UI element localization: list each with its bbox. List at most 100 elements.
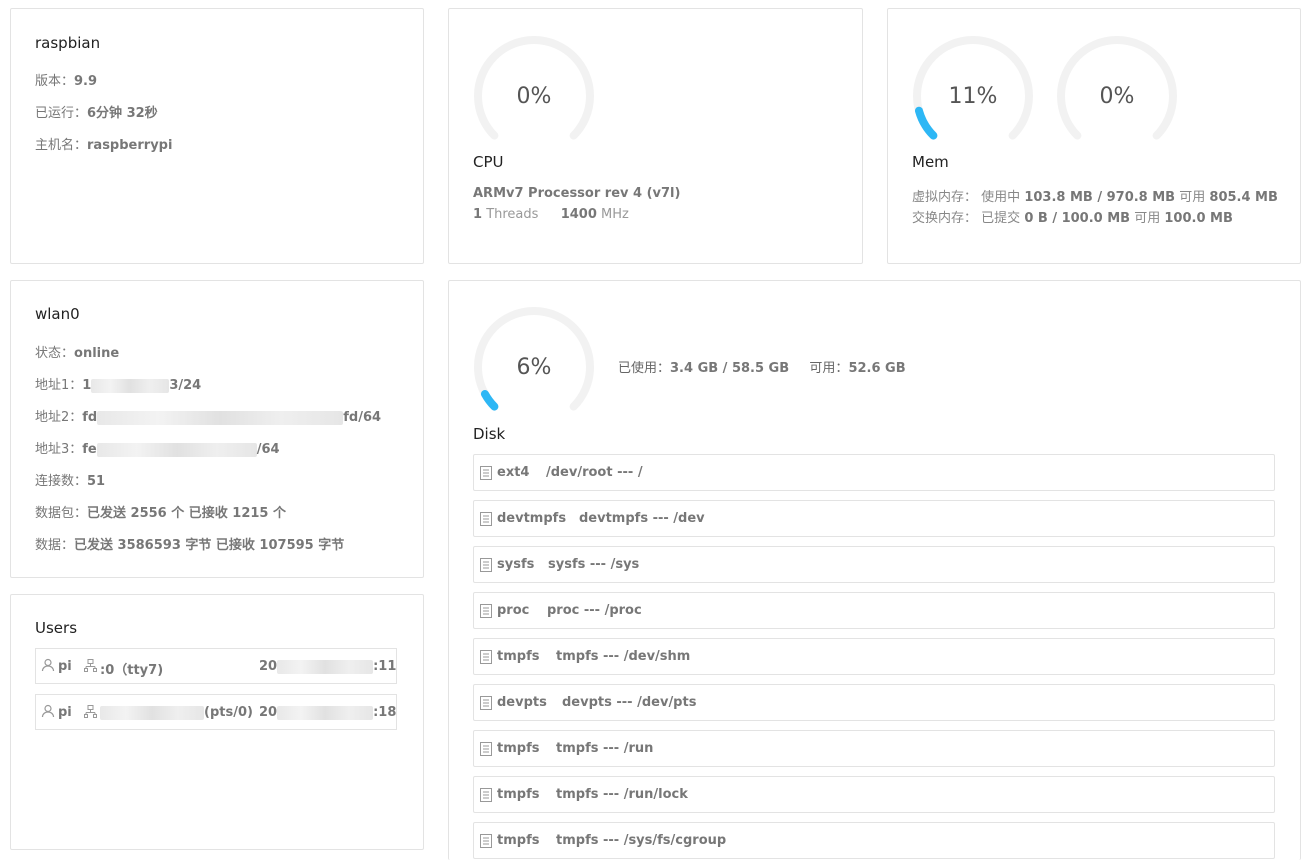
fs-type: proc — [497, 603, 530, 618]
connections-row: 连接数：51 — [35, 474, 106, 489]
terminal-icon — [84, 659, 97, 676]
mem-card: 11% 0% Mem 虚拟内存： 使用中 103.8 MB / 970.8 MB… — [887, 8, 1301, 264]
fs-type: tmpfs — [497, 649, 540, 664]
file-icon — [480, 742, 492, 756]
version-label: 版本： — [35, 74, 75, 89]
disk-mount-row: devtmpfs devtmpfs --- /dev — [473, 500, 1275, 537]
mem-swap-gauge: 0% — [1055, 34, 1179, 158]
version-value: 9.9 — [74, 74, 98, 89]
disk-mount-row: ext4/dev/root --- / — [473, 454, 1275, 491]
disk-mount-row: tmpfs tmpfs --- /dev/shm — [473, 638, 1275, 675]
cpu-mhz-label: MHz — [601, 207, 629, 222]
user-tty: (pts/0) — [100, 705, 253, 720]
mount-desc: tmpfs --- /dev/shm — [556, 649, 691, 664]
address3-row: 地址3：fe/64 — [35, 442, 280, 457]
status-value: online — [74, 346, 120, 361]
disk-card: 6% 已使用：3.4 GB / 58.5 GB 可用：52.6 GB Disk … — [448, 280, 1301, 860]
status-row: 状态：online — [35, 346, 120, 361]
redacted-block — [100, 705, 204, 720]
hostname-label: 主机名： — [35, 138, 88, 153]
cpu-threads-label: Threads — [486, 207, 539, 222]
redacted-block — [96, 442, 257, 457]
user-icon — [41, 704, 55, 722]
disk-usage-row: 已使用：3.4 GB / 58.5 GB 可用：52.6 GB — [618, 361, 906, 376]
disk-percent: 6% — [516, 354, 552, 380]
mount-desc: devtmpfs --- /dev — [579, 511, 705, 526]
fs-type: tmpfs — [497, 833, 540, 848]
file-icon — [480, 466, 492, 480]
cpu-mhz: 1400 — [560, 207, 597, 222]
user-row: pi :0（tty7) 20:11 — [35, 648, 397, 684]
file-icon — [480, 650, 492, 664]
disk-mount-row: devpts devpts --- /dev/pts — [473, 684, 1275, 721]
file-icon — [480, 696, 492, 710]
interface-name: wlan0 — [35, 305, 80, 323]
users-title: Users — [35, 619, 78, 637]
mount-desc: proc --- /proc — [547, 603, 642, 618]
cpu-threads-mhz: 1 Threads 1400 MHz — [473, 207, 629, 222]
address1-row: 地址1：1 3/24 — [35, 378, 202, 393]
mem-virtual-gauge: 11% — [911, 34, 1035, 158]
mount-desc: devpts --- /dev/pts — [562, 695, 697, 710]
disk-avail: 52.6 GB — [848, 361, 906, 376]
disk-used: 3.4 GB / 58.5 GB — [670, 361, 790, 376]
file-icon — [480, 788, 492, 802]
cpu-title: CPU — [473, 153, 504, 171]
user-row: pi (pts/0) 20:18 — [35, 694, 397, 730]
users-card: Users pi :0（tty7) 20:11 pi (pts/0) 20:18 — [10, 594, 424, 850]
mem-swap-percent: 0% — [1099, 83, 1135, 109]
mount-desc: tmpfs --- /sys/fs/cgroup — [556, 833, 727, 848]
cpu-card: 0% CPU ARMv7 Processor rev 4 (v7l) 1 Thr… — [448, 8, 863, 264]
login-time: 20:18 — [259, 705, 397, 720]
mount-desc: tmpfs --- /run/lock — [556, 787, 688, 802]
mount-desc: sysfs --- /sys — [548, 557, 640, 572]
file-icon — [480, 512, 492, 526]
redacted-block — [277, 659, 374, 674]
hostname-value: raspberrypi — [87, 138, 173, 153]
os-name: raspbian — [35, 34, 101, 52]
mem-virtual-percent: 11% — [948, 83, 998, 109]
network-card: wlan0 状态：online 地址1：1 3/24 地址2：fd fd/64 地址… — [10, 280, 424, 578]
cpu-threads: 1 — [473, 207, 483, 222]
fs-type: devtmpfs — [497, 511, 567, 526]
terminal-icon — [84, 705, 97, 722]
uptime-value: 6分钟 32秒 — [87, 106, 158, 121]
user-tty: :0（tty7) — [100, 663, 164, 678]
mem-title: Mem — [912, 153, 949, 171]
mount-desc: tmpfs --- /run — [556, 741, 654, 756]
packets-row: 数据包：已发送 2556 个 已接收 1215 个 — [35, 506, 287, 521]
user-name: pi — [58, 705, 72, 720]
hostname-row: 主机名：raspberrypi — [35, 134, 172, 153]
mem-swap-row: 交换内存： 已提交 0 B / 100.0 MB 可用 100.0 MB — [912, 211, 1233, 226]
redacted-block — [277, 705, 374, 720]
cpu-percent: 0% — [516, 83, 552, 109]
disk-mount-row: proc proc --- /proc — [473, 592, 1275, 629]
fs-type: devpts — [497, 695, 547, 710]
fs-type: ext4 — [497, 465, 530, 480]
fs-type: tmpfs — [497, 787, 540, 802]
disk-mount-row: sysfs sysfs --- /sys — [473, 546, 1275, 583]
redacted-block — [97, 410, 344, 425]
mount-desc: /dev/root --- / — [546, 465, 643, 480]
uptime-label: 已运行： — [35, 106, 88, 121]
disk-mount-row: tmpfs tmpfs --- /run/lock — [473, 776, 1275, 813]
user-name: pi — [58, 659, 72, 674]
fs-type: tmpfs — [497, 741, 540, 756]
disk-title: Disk — [473, 425, 506, 443]
login-time: 20:11 — [259, 659, 397, 674]
mem-virtual-row: 虚拟内存： 使用中 103.8 MB / 970.8 MB 可用 805.4 M… — [912, 190, 1278, 205]
system-card: raspbian 版本：9.9 已运行：6分钟 32秒 主机名：raspberr… — [10, 8, 424, 264]
uptime-row: 已运行：6分钟 32秒 — [35, 102, 158, 121]
redacted-block — [91, 378, 170, 393]
bytes-row: 数据：已发送 3586593 字节 已接收 107595 字节 — [35, 538, 345, 553]
file-icon — [480, 604, 492, 618]
user-icon — [41, 658, 55, 676]
disk-mount-row: tmpfs tmpfs --- /run — [473, 730, 1275, 767]
cpu-model: ARMv7 Processor rev 4 (v7l) — [473, 186, 681, 201]
fs-type: sysfs — [497, 557, 535, 572]
file-icon — [480, 558, 492, 572]
cpu-gauge: 0% — [472, 34, 596, 158]
file-icon — [480, 834, 492, 848]
disk-gauge: 6% — [472, 305, 596, 429]
address2-row: 地址2：fd fd/64 — [35, 410, 382, 425]
